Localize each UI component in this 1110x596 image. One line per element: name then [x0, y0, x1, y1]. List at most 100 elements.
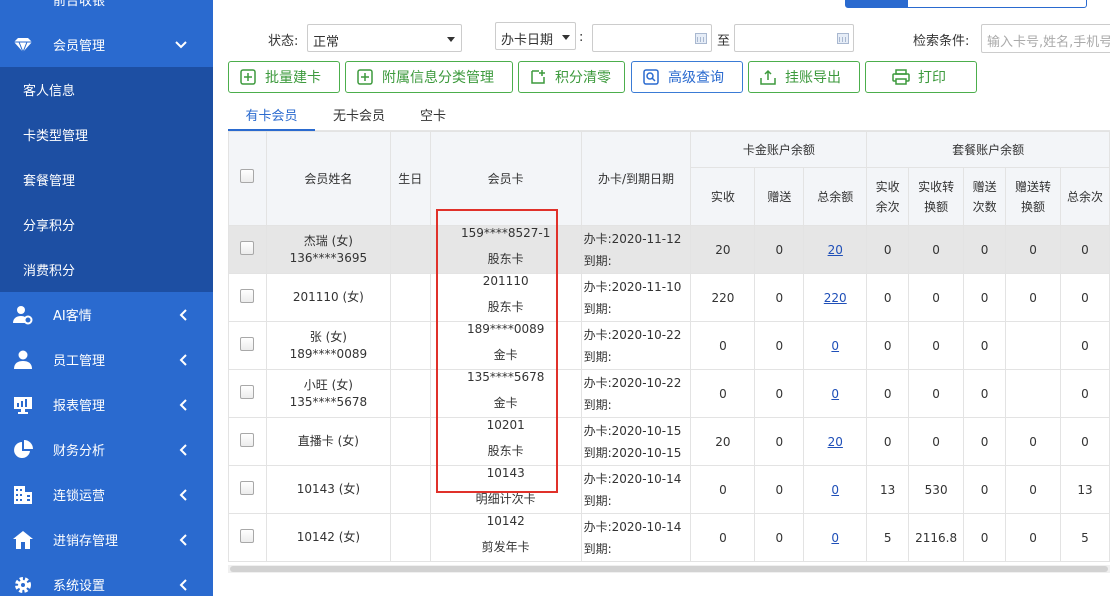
- row-checkbox[interactable]: [240, 337, 255, 351]
- table-row[interactable]: 杰瑞 (女) 136****3695 159****8527-1 股东卡 办卡:2020…: [228, 225, 1110, 274]
- table-row[interactable]: 张 (女) 189****0089 189****0089 金卡 办卡:2020-10-…: [228, 321, 1110, 370]
- row-checkbox[interactable]: [240, 481, 255, 495]
- sidebar-subitem-share-points[interactable]: 分享积分: [0, 202, 213, 247]
- sidebar-item-finance[interactable]: 财务分析: [0, 427, 213, 472]
- pkg-total-cell: 5: [1059, 513, 1110, 562]
- birthday-cell: [389, 321, 431, 370]
- cash-total-link[interactable]: 0: [831, 339, 839, 353]
- cash-total-cell: 20: [803, 225, 868, 274]
- attribute-category-button[interactable]: 附属信息分类管理: [345, 61, 513, 93]
- view-toggle-active-segment[interactable]: [846, 0, 908, 7]
- sidebar-item-cashier[interactable]: 前台收银: [0, 0, 213, 10]
- status-label: 状态:: [268, 34, 299, 49]
- expire-prefix: 到期:: [583, 301, 612, 316]
- expire-prefix: 到期:: [583, 541, 612, 556]
- search-input[interactable]: 输入卡号,姓名,手机号: [981, 24, 1110, 53]
- sidebar-item-label: 财务分析: [53, 444, 106, 459]
- member-name: 10142 (女): [296, 530, 361, 544]
- members-table: 会员姓名 生日 会员卡 办卡/到期日期 卡金账户余额 套餐账户余额 实收 赠送 …: [228, 131, 1110, 562]
- scrollbar-thumb[interactable]: [230, 566, 1108, 572]
- row-checkbox[interactable]: [240, 289, 255, 303]
- sidebar-subitem-card-types[interactable]: 卡类型管理: [0, 112, 213, 157]
- table-row[interactable]: 201110 (女) 201110 股东卡 办卡:2020-11-10 到期: 220 0 2…: [228, 273, 1110, 322]
- table-row[interactable]: 直播卡 (女) 10201 股东卡 办卡:2020-10-15 到期:2020-10-1…: [228, 417, 1110, 466]
- pkg-paid-count-cell: 13: [866, 465, 910, 514]
- sidebar-subitem-guest-info[interactable]: 客人信息: [0, 67, 213, 112]
- cash-total-link[interactable]: 0: [831, 531, 839, 545]
- pkg-paid-amount-cell: 0: [908, 273, 965, 322]
- member-name-cell: 小旺 (女) 135****5678: [265, 369, 391, 418]
- row-checkbox[interactable]: [240, 385, 255, 399]
- cash-total-link[interactable]: 20: [828, 435, 843, 449]
- pkg-gift-count-cell: 0: [963, 513, 1007, 562]
- header-birthday[interactable]: 生日: [389, 131, 431, 226]
- batch-create-card-button[interactable]: 批量建卡: [228, 61, 340, 93]
- horizontal-scrollbar[interactable]: [228, 565, 1110, 573]
- tab-card-members[interactable]: 有卡会员: [228, 100, 315, 131]
- status-select-value: 正常: [313, 35, 340, 50]
- sidebar-item-reports[interactable]: 报表管理: [0, 382, 213, 427]
- header-cash-group: 卡金账户余额: [690, 131, 868, 168]
- header-pkg-gift-amount[interactable]: 赠送转换额: [1005, 167, 1061, 226]
- table-row[interactable]: 10142 (女) 10142 剪发年卡 办卡:2020-10-14 到期: 0 0 0 5 21…: [228, 513, 1110, 562]
- cash-total-link[interactable]: 220: [824, 291, 847, 305]
- cash-total-link[interactable]: 0: [831, 387, 839, 401]
- sidebar-item-staff[interactable]: 员工管理: [0, 337, 213, 382]
- header-cash-paid[interactable]: 实收: [690, 167, 756, 226]
- calendar-icon[interactable]: [837, 33, 849, 44]
- clear-points-button[interactable]: 积分清零: [518, 61, 625, 93]
- header-cash-gift[interactable]: 赠送: [754, 167, 805, 226]
- row-select-cell: [228, 465, 267, 514]
- pkg-gift-amount-cell: 0: [1005, 273, 1061, 322]
- calendar-icon[interactable]: [695, 33, 707, 44]
- export-button[interactable]: 挂账导出: [748, 61, 860, 93]
- sidebar-item-ai-customer[interactable]: AI客情: [0, 292, 213, 337]
- row-select-cell: [228, 369, 267, 418]
- status-select[interactable]: 正常: [307, 24, 462, 52]
- sidebar-item-chain[interactable]: 连锁运营: [0, 472, 213, 517]
- cash-total-link[interactable]: 20: [828, 243, 843, 257]
- chevron-left-icon: [179, 488, 187, 501]
- cash-total-cell: 0: [803, 465, 868, 514]
- row-checkbox[interactable]: [240, 529, 255, 543]
- open-date: 2020-11-12: [611, 231, 682, 246]
- dates-cell: 办卡:2020-11-12 到期:: [580, 225, 692, 274]
- header-name[interactable]: 会员姓名: [265, 131, 391, 226]
- tab-no-card-members[interactable]: 无卡会员: [315, 100, 403, 131]
- sidebar-subitem-packages[interactable]: 套餐管理: [0, 157, 213, 202]
- cash-total-link[interactable]: 0: [831, 483, 839, 497]
- sidebar-item-inventory[interactable]: 进销存管理: [0, 517, 213, 562]
- select-all-checkbox[interactable]: [240, 168, 255, 183]
- birthday-cell: [389, 417, 431, 466]
- view-toggle[interactable]: [845, 0, 1087, 8]
- advanced-search-button[interactable]: 高级查询: [631, 61, 743, 93]
- expire-prefix: 到期:: [583, 445, 612, 460]
- pkg-gift-amount-cell: [1005, 369, 1061, 418]
- end-date-input[interactable]: [734, 24, 854, 52]
- sidebar-subitem-consume-points[interactable]: 消费积分: [0, 247, 213, 292]
- cash-total-cell: 0: [803, 513, 868, 562]
- table-row[interactable]: 小旺 (女) 135****5678 135****5678 金卡 办卡:2020-10…: [228, 369, 1110, 418]
- header-pkg-paid-count[interactable]: 实收余次: [866, 167, 910, 226]
- tab-empty-cards[interactable]: 空卡: [403, 100, 463, 131]
- header-pkg-paid-amount[interactable]: 实收转换额: [908, 167, 965, 226]
- pkg-paid-amount-cell: 530: [908, 465, 965, 514]
- header-pkg-total[interactable]: 总余次: [1059, 167, 1110, 226]
- pkg-paid-count-cell: 0: [866, 417, 910, 466]
- cash-paid-cell: 20: [690, 225, 756, 274]
- header-pkg-gift-count[interactable]: 赠送次数: [963, 167, 1007, 226]
- sidebar-item-settings[interactable]: 系统设置: [0, 562, 213, 596]
- table-row[interactable]: 10143 (女) 10143 明细计次卡 办卡:2020-10-14 到期: 0 0 0 13…: [228, 465, 1110, 514]
- sidebar-item-member-management[interactable]: 会员管理: [0, 22, 213, 67]
- header-dates[interactable]: 办卡/到期日期: [580, 131, 692, 226]
- advanced-search-label: 高级查询: [668, 70, 724, 86]
- date-type-select[interactable]: 办卡日期: [495, 22, 576, 50]
- member-name-cell: 张 (女) 189****0089: [265, 321, 391, 370]
- chevron-left-icon: [179, 533, 187, 546]
- row-checkbox[interactable]: [240, 433, 255, 447]
- dates-cell: 办卡:2020-10-15 到期:2020-10-15: [580, 417, 692, 466]
- start-date-input[interactable]: [592, 24, 712, 52]
- row-checkbox[interactable]: [240, 241, 255, 255]
- print-button[interactable]: 打印: [865, 61, 977, 93]
- header-cash-total[interactable]: 总余额: [803, 167, 868, 226]
